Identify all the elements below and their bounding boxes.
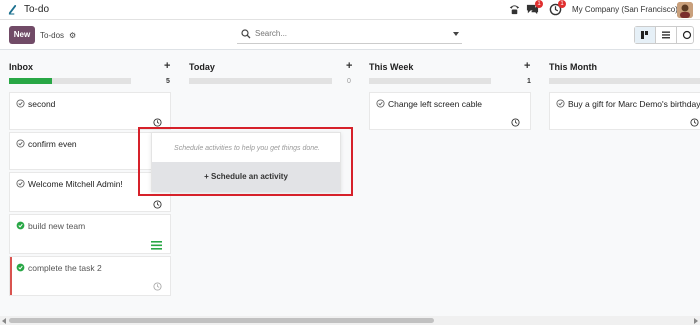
column-title: This Week <box>369 62 414 72</box>
kanban-view-button[interactable] <box>635 27 656 43</box>
gear-icon[interactable]: ⚙ <box>69 31 76 40</box>
chat-badge: 1 <box>535 0 543 8</box>
column-count: 1 <box>527 78 531 85</box>
clock-icon <box>682 30 692 40</box>
kanban-icon <box>641 31 648 39</box>
progress-bar[interactable] <box>9 78 131 84</box>
horizontal-scrollbar[interactable] <box>0 316 700 325</box>
company-switcher[interactable]: My Company (San Francisco) <box>572 5 678 14</box>
add-card-button[interactable]: + <box>524 60 530 72</box>
activity-clock-icon[interactable] <box>153 282 162 291</box>
priority-indicator <box>10 257 12 295</box>
kanban-card[interactable]: complete the task 2 <box>9 256 171 296</box>
column-title: This Month <box>549 62 597 72</box>
phone-icon[interactable] <box>508 3 521 16</box>
check-circle-done-icon[interactable] <box>16 221 25 230</box>
control-panel: New To-dos ⚙ <box>0 20 700 50</box>
list-view-button[interactable] <box>656 27 677 43</box>
card-title: Change left screen cable <box>388 99 483 109</box>
kanban-card[interactable]: second <box>9 92 171 130</box>
new-button[interactable]: New <box>9 26 35 44</box>
card-title: Welcome Mitchell Admin! <box>28 179 123 189</box>
card-title: second <box>28 99 56 109</box>
chat-button[interactable]: 1 <box>526 0 543 16</box>
search-icon <box>241 29 251 39</box>
activity-clock-icon[interactable] <box>153 118 162 127</box>
column-title: Today <box>189 62 215 72</box>
check-circle-icon[interactable] <box>556 99 565 108</box>
activity-clock-icon[interactable] <box>153 200 162 209</box>
check-circle-done-icon[interactable] <box>16 263 25 272</box>
column-title: Inbox <box>9 62 33 72</box>
card-title: confirm even <box>28 139 77 149</box>
check-circle-icon[interactable] <box>16 179 25 188</box>
card-title: Buy a gift for Marc Demo's birthday <box>568 99 700 109</box>
list-icon <box>662 31 670 39</box>
activity-view-button[interactable] <box>677 27 697 43</box>
annotation-highlight <box>138 127 353 196</box>
user-avatar[interactable] <box>677 2 693 18</box>
view-switcher <box>634 26 694 44</box>
search-bar <box>237 26 462 44</box>
progress-fill <box>9 78 52 84</box>
breadcrumb: To-dos <box>40 31 65 40</box>
column-count: 5 <box>166 78 170 85</box>
kanban-card[interactable]: Buy a gift for Marc Demo's birthday <box>549 92 700 130</box>
progress-bar[interactable] <box>369 78 491 84</box>
scrollbar-thumb[interactable] <box>9 318 434 323</box>
activity-button[interactable]: 1 <box>549 0 566 16</box>
search-options-toggle[interactable] <box>453 32 459 36</box>
check-circle-icon[interactable] <box>16 99 25 108</box>
card-title: build new team <box>28 221 86 231</box>
progress-bar[interactable] <box>189 78 332 84</box>
top-navbar: To-do 1 1 My Company (San Francisco) <box>0 0 700 20</box>
activity-clock-icon[interactable] <box>511 118 520 127</box>
todo-app-icon[interactable] <box>8 4 17 15</box>
search-input[interactable] <box>255 29 435 38</box>
check-circle-icon[interactable] <box>376 99 385 108</box>
column-count: 0 <box>347 78 351 85</box>
app-title[interactable]: To-do <box>24 4 49 15</box>
activity-badge: 1 <box>558 0 566 8</box>
add-card-button[interactable]: + <box>164 60 170 72</box>
scroll-right-arrow[interactable] <box>694 318 698 324</box>
card-title: complete the task 2 <box>28 263 102 273</box>
list-lines-icon[interactable] <box>151 241 162 250</box>
add-card-button[interactable]: + <box>346 60 352 72</box>
scroll-left-arrow[interactable] <box>2 318 6 324</box>
check-circle-icon[interactable] <box>16 139 25 148</box>
kanban-card[interactable]: Change left screen cable <box>369 92 531 130</box>
progress-bar[interactable] <box>549 78 700 84</box>
kanban-card[interactable]: build new team <box>9 214 171 254</box>
activity-clock-icon[interactable] <box>690 118 699 127</box>
